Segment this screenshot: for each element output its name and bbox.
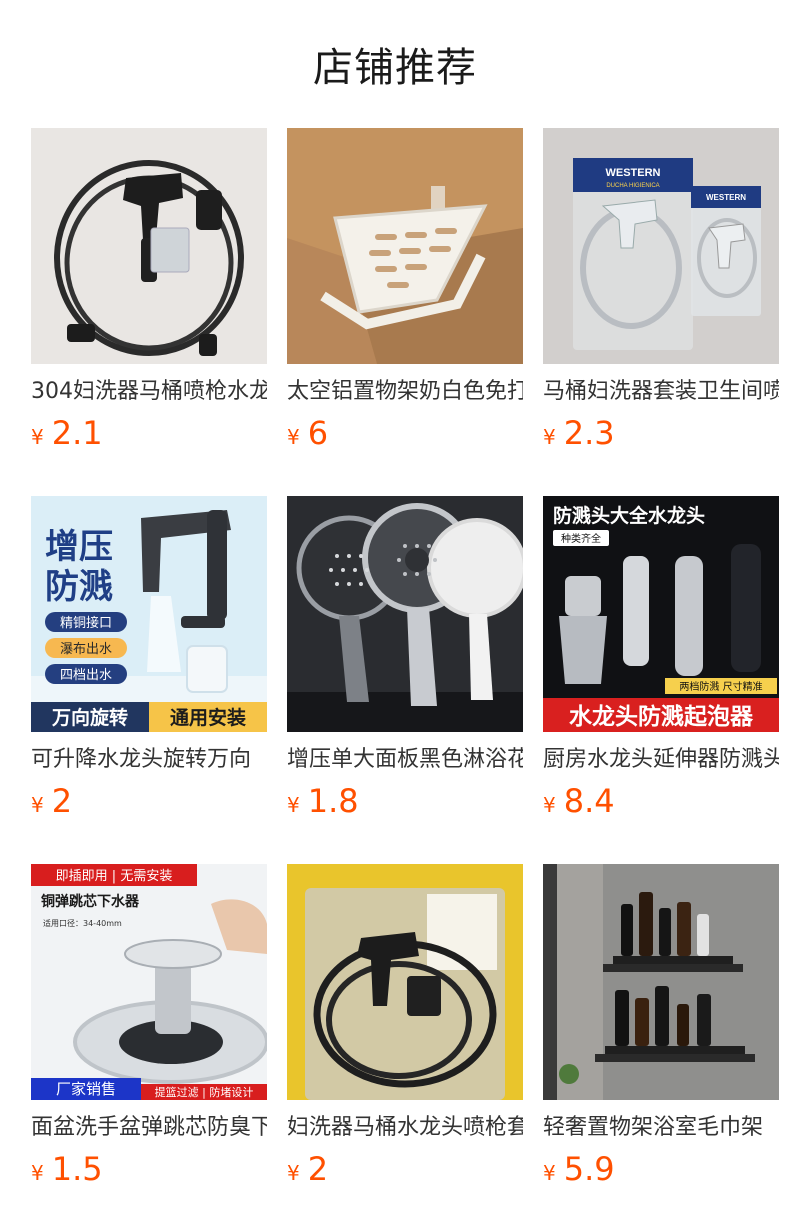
promo-right-band: 提篮过滤 | 防堵设计 <box>155 1085 254 1099</box>
product-title[interactable]: 马桶妇洗器套装卫生间喷枪 <box>543 376 779 408</box>
promo-top-text: 即插即用 | 无需安装 <box>56 869 173 884</box>
product-image-art <box>31 128 267 364</box>
product-card[interactable]: 即插即用 | 无需安装 铜弹跳芯下水器 适用口径：34-40mm 厂家销售 提篮… <box>31 864 267 1232</box>
product-title[interactable]: 妇洗器马桶水龙头喷枪套装 <box>287 1112 523 1144</box>
price-value: 8.4 <box>563 782 615 820</box>
product-image[interactable]: WESTERN DUCHA HIGIENICA WESTERN <box>543 128 779 364</box>
product-row: 即插即用 | 无需安装 铜弹跳芯下水器 适用口径：34-40mm 厂家销售 提篮… <box>31 864 790 1232</box>
product-image-art: WESTERN DUCHA HIGIENICA WESTERN <box>543 128 779 364</box>
product-row: 304妇洗器马桶喷枪水龙头 ¥2.1 太空铝置物架奶白色免打 ¥ 6 WESTE… <box>31 128 790 496</box>
product-card[interactable]: 304妇洗器马桶喷枪水龙头 ¥2.1 <box>31 128 267 496</box>
product-image[interactable]: 防溅头大全水龙头 种类齐全 两档防溅 尺寸精准 水龙头防溅起泡器 <box>543 496 779 732</box>
product-price: ¥8.4 <box>543 782 779 820</box>
product-image-art <box>287 128 523 364</box>
price-value: 2.3 <box>563 414 615 452</box>
product-image-art <box>543 864 779 1100</box>
currency-symbol: ¥ <box>31 425 44 449</box>
promo-band-left: 万向旋转 <box>51 706 128 729</box>
product-image[interactable] <box>287 496 523 732</box>
promo-line-1: 增压 <box>45 527 113 567</box>
promo-sub-text: 适用口径：34-40mm <box>43 918 122 928</box>
page-title: 店铺推荐 <box>313 45 477 91</box>
promo-line-2: 防溅 <box>45 567 113 607</box>
header: 店铺推荐 <box>0 0 790 128</box>
product-row: 增压 防溅 精铜接口 瀑布出水 四档出水 万向旋转 通用安装 可升降水龙头旋转万… <box>31 496 790 864</box>
price-value: 5.9 <box>563 1150 615 1188</box>
product-image[interactable]: 增压 防溅 精铜接口 瀑布出水 四档出水 万向旋转 通用安装 <box>31 496 267 732</box>
promo-chip: 种类齐全 <box>561 532 601 545</box>
currency-symbol: ¥ <box>543 1161 556 1185</box>
price-value: 1.8 <box>307 782 359 820</box>
product-card[interactable]: WESTERN DUCHA HIGIENICA WESTERN 马桶妇洗器套装卫… <box>543 128 779 496</box>
product-image-art <box>287 864 523 1100</box>
product-card[interactable]: 增压单大面板黑色淋浴花洒 ¥1.8 <box>287 496 523 864</box>
currency-symbol: ¥ <box>287 425 300 449</box>
price-value: 2 <box>51 782 73 820</box>
product-card[interactable]: 太空铝置物架奶白色免打孔 ¥6 <box>287 128 523 496</box>
product-image[interactable] <box>287 128 523 364</box>
product-image-art: 防溅头大全水龙头 种类齐全 两档防溅 尺寸精准 水龙头防溅起泡器 <box>543 496 779 732</box>
product-card[interactable]: 妇洗器马桶水龙头喷枪套装 ¥2 <box>287 864 523 1232</box>
currency-symbol: ¥ <box>31 1161 44 1185</box>
promo-small-text: 两档防溅 尺寸精准 <box>679 680 762 693</box>
product-image-art <box>287 496 523 732</box>
product-card[interactable]: 防溅头大全水龙头 种类齐全 两档防溅 尺寸精准 水龙头防溅起泡器 厨房水龙头延伸… <box>543 496 779 864</box>
promo-bottom-text: 水龙头防溅起泡器 <box>569 703 754 730</box>
product-title[interactable]: 304妇洗器马桶喷枪水龙头 <box>31 376 267 408</box>
price-value: 2.1 <box>51 414 103 452</box>
promo-tag-2: 瀑布出水 <box>60 642 112 657</box>
package-brand-text: WESTERN <box>606 167 661 179</box>
product-price: ¥1.5 <box>31 1150 267 1188</box>
currency-symbol: ¥ <box>31 793 44 817</box>
product-image-art: 增压 防溅 精铜接口 瀑布出水 四档出水 万向旋转 通用安装 <box>31 496 267 732</box>
product-price: ¥2.3 <box>543 414 779 452</box>
product-title[interactable]: 轻奢置物架浴室毛巾架 <box>543 1112 779 1144</box>
product-price: ¥5.9 <box>543 1150 779 1188</box>
product-title[interactable]: 增压单大面板黑色淋浴花洒 <box>287 744 523 776</box>
package-brand-text-2: WESTERN <box>706 193 746 202</box>
price-value: 1.5 <box>51 1150 103 1188</box>
promo-tag-3: 四档出水 <box>60 668 112 683</box>
product-image-art: 即插即用 | 无需安装 铜弹跳芯下水器 适用口径：34-40mm 厂家销售 提篮… <box>31 864 267 1100</box>
product-image[interactable] <box>543 864 779 1100</box>
product-image[interactable] <box>31 128 267 364</box>
product-title[interactable]: 面盆洗手盆弹跳芯防臭下水器 <box>31 1112 267 1144</box>
promo-tag-1: 精铜接口 <box>60 615 112 631</box>
currency-symbol: ¥ <box>543 425 556 449</box>
package-sub-text: DUCHA HIGIENICA <box>606 183 659 189</box>
promo-left-band: 厂家销售 <box>56 1080 116 1098</box>
promo-top-text: 防溅头大全水龙头 <box>553 504 705 527</box>
product-card[interactable]: 轻奢置物架浴室毛巾架 ¥5.9 <box>543 864 779 1232</box>
price-value: 6 <box>307 414 329 452</box>
currency-symbol: ¥ <box>287 793 300 817</box>
price-value: 2 <box>307 1150 329 1188</box>
product-price: ¥2 <box>31 782 267 820</box>
product-image[interactable]: 即插即用 | 无需安装 铜弹跳芯下水器 适用口径：34-40mm 厂家销售 提篮… <box>31 864 267 1100</box>
product-price: ¥1.8 <box>287 782 523 820</box>
product-title[interactable]: 太空铝置物架奶白色免打孔 <box>287 376 523 408</box>
product-card[interactable]: 增压 防溅 精铜接口 瀑布出水 四档出水 万向旋转 通用安装 可升降水龙头旋转万… <box>31 496 267 864</box>
currency-symbol: ¥ <box>543 793 556 817</box>
product-price: ¥2.1 <box>31 414 267 452</box>
promo-band-right: 通用安装 <box>170 706 246 729</box>
promo-head-text: 铜弹跳芯下水器 <box>41 893 140 910</box>
product-grid: 304妇洗器马桶喷枪水龙头 ¥2.1 太空铝置物架奶白色免打 ¥ 6 WESTE… <box>31 128 790 1232</box>
product-title[interactable]: 可升降水龙头旋转万向 <box>31 744 267 776</box>
product-price: ¥2 <box>287 1150 523 1188</box>
product-image[interactable] <box>287 864 523 1100</box>
product-price: ¥6 <box>287 414 523 452</box>
product-title[interactable]: 厨房水龙头延伸器防溅头 <box>543 744 779 776</box>
currency-symbol: ¥ <box>287 1161 300 1185</box>
